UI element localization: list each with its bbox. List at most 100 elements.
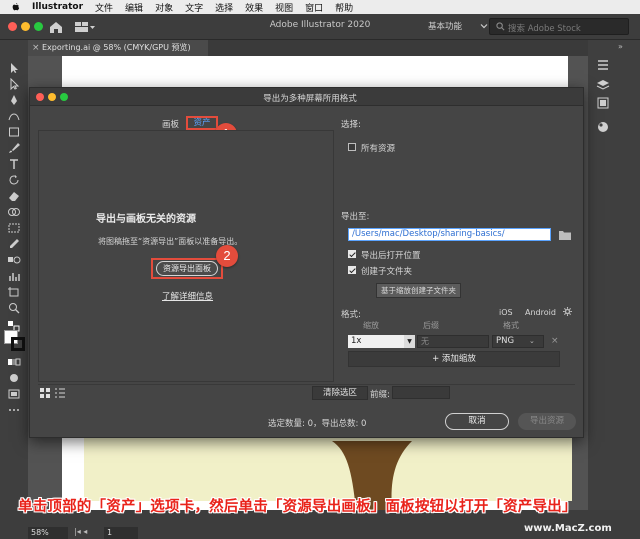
stock-search-box[interactable]: 搜索 Adobe Stock: [489, 18, 629, 35]
preset-android-button[interactable]: Android: [525, 308, 556, 317]
menu-edit[interactable]: 编辑: [125, 1, 143, 14]
cancel-button[interactable]: 取消: [445, 413, 509, 430]
add-scale-button[interactable]: + 添加缩放: [348, 351, 560, 367]
draw-mode-icon[interactable]: [7, 372, 21, 384]
app-menu[interactable]: Illustrator: [32, 2, 83, 12]
watermark: www.MacZ.com: [524, 523, 612, 534]
libraries-panel-icon[interactable]: [596, 96, 610, 110]
assets-preview-pane: [38, 130, 334, 382]
properties-panel-icon[interactable]: [596, 58, 610, 72]
mac-menu-bar: Illustrator 文件 编辑 对象 文字 选择 效果 视图 窗口 帮助: [0, 0, 640, 14]
menu-window[interactable]: 窗口: [305, 1, 323, 14]
close-tab-icon[interactable]: ×: [32, 40, 40, 56]
format-select[interactable]: PNG: [492, 335, 544, 348]
export-path-field[interactable]: /Users/mac/Desktop/sharing-basics/: [348, 228, 551, 241]
rotate-tool-icon[interactable]: [7, 174, 21, 186]
scale-dropdown-icon[interactable]: ▼: [404, 335, 415, 348]
open-after-export-checkbox[interactable]: [348, 250, 356, 258]
more-tools-icon[interactable]: [7, 404, 21, 416]
minimize-window-button[interactable]: [21, 22, 30, 31]
selection-tool-icon[interactable]: [7, 62, 21, 74]
learn-more-link[interactable]: 了解详细信息: [162, 290, 213, 302]
zoom-tool-icon[interactable]: [7, 302, 21, 314]
remove-row-icon[interactable]: ×: [551, 336, 559, 346]
arrange-documents-icon[interactable]: [74, 21, 96, 33]
document-tab[interactable]: × Exporting.ai @ 58% (CMYK/GPU 预览): [28, 40, 208, 56]
prefix-field[interactable]: [392, 386, 450, 399]
stroke-swatch[interactable]: [11, 337, 25, 351]
dialog-title: 导出为多种屏幕所用格式: [263, 94, 357, 104]
pen-tool-icon[interactable]: [7, 94, 21, 106]
asset-export-panel-button[interactable]: 资源导出面板: [156, 261, 218, 276]
workspace-switcher[interactable]: 基本功能: [428, 20, 462, 32]
artboard-number-field[interactable]: 1: [104, 527, 138, 539]
layers-panel-icon[interactable]: [596, 78, 610, 92]
search-icon: [496, 22, 505, 31]
open-after-export-label[interactable]: 导出后打开位置: [361, 249, 421, 261]
create-subfolders-label[interactable]: 创建子文件夹: [361, 265, 412, 277]
column-scale: 缩放: [363, 321, 379, 330]
tab-artboards[interactable]: 画板: [162, 118, 179, 130]
export-to-label: 导出至:: [341, 212, 370, 222]
search-input[interactable]: 搜索 Adobe Stock: [508, 22, 581, 34]
shape-builder-tool-icon[interactable]: [7, 206, 21, 218]
dialog-zoom-button[interactable]: [60, 93, 68, 101]
collapse-panels-icon[interactable]: »: [618, 42, 623, 51]
tab-assets[interactable]: 资产: [186, 116, 218, 130]
all-assets-label[interactable]: 所有资源: [361, 142, 395, 154]
rectangle-tool-icon[interactable]: [7, 126, 21, 138]
eyedropper-tool-icon[interactable]: [7, 238, 21, 250]
gear-icon[interactable]: [563, 307, 572, 316]
menu-view[interactable]: 视图: [275, 1, 293, 14]
graph-tool-icon[interactable]: [7, 270, 21, 282]
chevron-down-icon[interactable]: [480, 22, 488, 30]
menu-object[interactable]: 对象: [155, 1, 173, 14]
artboard-navigation[interactable]: |◂ ◂: [74, 527, 87, 536]
export-assets-button[interactable]: 导出资源: [518, 413, 576, 430]
scale-field[interactable]: 1x: [348, 335, 404, 348]
export-summary: 选定数量: 0，导出总数: 0: [268, 419, 367, 429]
color-mode-icon[interactable]: [7, 356, 21, 368]
artboard-tool-icon[interactable]: [7, 286, 21, 298]
screen-mode-icon[interactable]: [7, 388, 21, 400]
document-tab-bar: × Exporting.ai @ 58% (CMYK/GPU 预览): [28, 40, 588, 56]
suffix-field[interactable]: 无: [417, 335, 489, 348]
apple-icon[interactable]: [10, 2, 22, 12]
free-transform-tool-icon[interactable]: [7, 222, 21, 234]
document-tab-label: Exporting.ai @ 58% (CMYK/GPU 预览): [42, 43, 191, 52]
blend-tool-icon[interactable]: [7, 254, 21, 266]
eraser-tool-icon[interactable]: [7, 190, 21, 202]
empty-state-description: 将图稿拖至“资源导出”面板以准备导出。: [98, 237, 243, 246]
curvature-tool-icon[interactable]: [7, 110, 21, 122]
chevron-down-icon[interactable]: ⌄: [529, 337, 535, 345]
menu-effect[interactable]: 效果: [245, 1, 263, 14]
close-window-button[interactable]: [8, 22, 17, 31]
appearance-panel-icon[interactable]: [596, 120, 610, 134]
app-title: Adobe Illustrator 2020: [269, 20, 371, 30]
app-bar: Adobe Illustrator 2020 基本功能 搜索 Adobe Sto…: [0, 14, 640, 40]
panel-dock: [588, 40, 640, 510]
folder-icon[interactable]: [559, 230, 571, 240]
dialog-close-button[interactable]: [36, 93, 44, 101]
dialog-minimize-button[interactable]: [48, 93, 56, 101]
home-icon[interactable]: [48, 20, 64, 34]
column-format: 格式: [503, 321, 519, 330]
paintbrush-tool-icon[interactable]: [7, 142, 21, 154]
column-suffix: 后缀: [423, 321, 439, 330]
menu-help[interactable]: 帮助: [335, 1, 353, 14]
direct-selection-tool-icon[interactable]: [7, 77, 21, 91]
zoom-field[interactable]: 58%: [28, 527, 68, 539]
artwork-background: [84, 431, 572, 501]
grid-view-icon[interactable]: [40, 388, 50, 398]
menu-file[interactable]: 文件: [95, 1, 113, 14]
preset-ios-button[interactable]: iOS: [499, 308, 513, 317]
all-assets-checkbox[interactable]: [348, 143, 356, 151]
list-view-icon[interactable]: [55, 388, 65, 398]
menu-select[interactable]: 选择: [215, 1, 233, 14]
type-tool-icon[interactable]: [7, 158, 21, 170]
create-subfolders-checkbox[interactable]: [348, 266, 356, 274]
clear-selection-button[interactable]: 清除选区: [312, 386, 368, 400]
zoom-window-button[interactable]: [34, 22, 43, 31]
select-label: 选择:: [341, 120, 361, 130]
menu-type[interactable]: 文字: [185, 1, 203, 14]
